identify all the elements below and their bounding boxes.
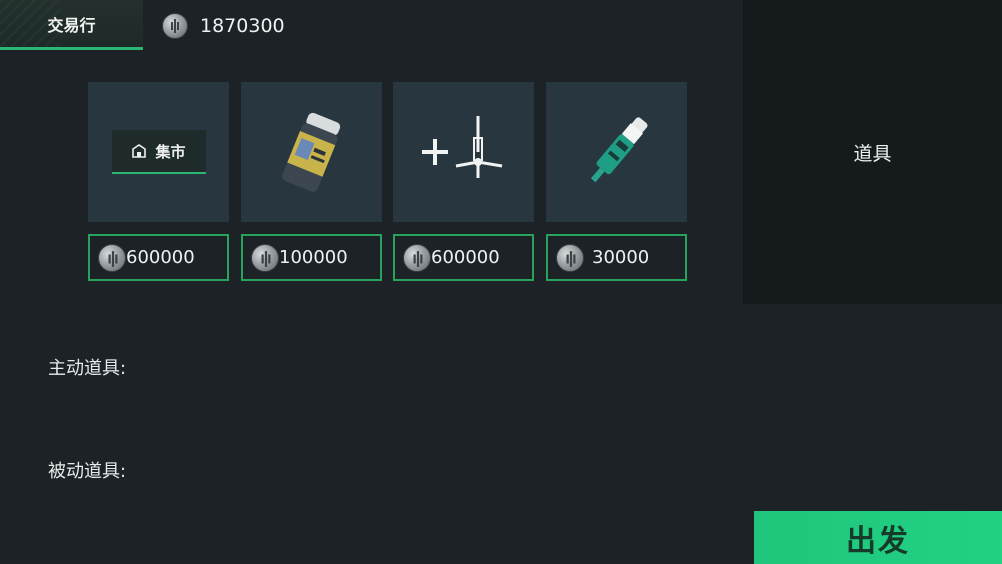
item-detail-title: 道具 xyxy=(853,142,892,165)
injector-icon xyxy=(590,117,647,183)
price-tag-syringe: 600000 xyxy=(393,234,534,281)
shop-icon xyxy=(132,144,147,158)
silver-coin-icon xyxy=(251,243,279,272)
depart-button[interactable]: 出发 xyxy=(754,511,1002,564)
tab-trading-house[interactable]: 交易行 xyxy=(0,0,143,50)
syringe-icon xyxy=(421,116,502,178)
price-value: 600000 xyxy=(126,247,195,268)
pill-bottle-icon xyxy=(281,112,340,192)
silver-coin-icon xyxy=(98,243,126,272)
active-items-label: 主动道具: xyxy=(48,358,127,379)
price-value: 100000 xyxy=(279,247,348,268)
silver-coin-icon xyxy=(403,243,431,272)
depart-button-label: 出发 xyxy=(846,523,910,559)
item-card-syringe[interactable] xyxy=(393,82,534,222)
silver-coin-icon xyxy=(556,243,584,272)
price-value: 30000 xyxy=(592,247,650,268)
tab-trading-house-label: 交易行 xyxy=(47,15,96,35)
market-badge: 集市 xyxy=(111,130,206,174)
item-card-injector[interactable] xyxy=(546,82,687,222)
passive-items-label: 被动道具: xyxy=(48,461,127,482)
price-tag-pill-bottle: 100000 xyxy=(241,234,382,281)
silver-coin-icon xyxy=(162,13,188,39)
item-card-pill-bottle[interactable] xyxy=(241,82,382,222)
price-tag-market: 600000 xyxy=(88,234,229,281)
price-value: 600000 xyxy=(431,247,500,268)
item-card-market[interactable]: 集市 xyxy=(88,82,229,222)
price-tag-injector: 30000 xyxy=(546,234,687,281)
balance-value: 1870300 xyxy=(200,15,285,37)
currency-balance: 1870300 xyxy=(162,12,285,40)
item-detail-panel: 道具 xyxy=(743,0,1002,304)
market-badge-label: 集市 xyxy=(155,142,186,161)
